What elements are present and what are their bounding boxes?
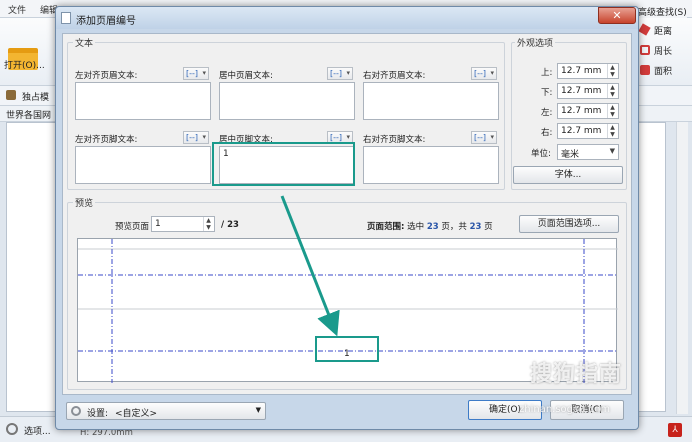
margin-bottom-value: 12.7 mm [561, 86, 602, 96]
margin-right-input[interactable]: 12.7 mm ▲ ▼ [557, 123, 619, 139]
page-range-text-2: 页，共 [441, 222, 467, 232]
header-right-input[interactable] [363, 82, 499, 120]
page-range-options-button[interactable]: 页面范围选项... [519, 215, 619, 233]
margin-top-label: 上: [541, 68, 553, 78]
page-range-label: 页面范围: [367, 222, 405, 232]
page-range-total: 23 [469, 222, 482, 232]
preview-page-value: 1 [155, 219, 161, 229]
settings-select[interactable]: 设置: <自定义> ▼ [66, 402, 266, 420]
unit-select[interactable]: 毫米 ▼ [557, 144, 619, 160]
area-label[interactable]: 面积 [654, 64, 672, 77]
insert-macro-button[interactable]: [--] ▾ [471, 131, 497, 144]
distance-label[interactable]: 距离 [654, 24, 672, 37]
chevron-down-icon: ▼ [255, 406, 261, 414]
preview-group-title: 预览 [73, 196, 96, 209]
header-left-input[interactable] [75, 82, 211, 120]
insert-macro-icon: [--] [474, 133, 487, 142]
appearance-group-title: 外观选项 [515, 36, 556, 49]
preview-page-total: / 23 [221, 220, 239, 230]
unit-value: 毫米 [561, 150, 580, 160]
page-range-summary: 页面范围: 选中 23 页，共 23 页 [367, 220, 493, 232]
margin-right-label: 右: [541, 128, 553, 138]
options-button[interactable]: 选项... [24, 424, 51, 437]
footer-right-input[interactable] [363, 146, 499, 184]
insert-macro-button[interactable]: [--] ▾ [183, 67, 209, 80]
open-button-label[interactable]: 打开(O)... [4, 58, 45, 71]
margin-bottom-label: 下: [541, 88, 553, 98]
highlight-preview-number [315, 336, 379, 362]
pdf-icon[interactable]: ⅄ [668, 423, 682, 437]
menu-file[interactable]: 文件 [8, 3, 26, 16]
preview-page-input[interactable]: 1 ▲ ▼ [151, 216, 215, 232]
page-range-text-3: 页 [484, 222, 493, 232]
insert-macro-icon: [--] [474, 69, 487, 78]
document-icon [61, 12, 71, 24]
chevron-down-icon: ▾ [490, 133, 494, 141]
advanced-find-button[interactable]: 高级查找(S) [638, 5, 687, 18]
exclusive-mode-button[interactable]: 独占模 [22, 90, 49, 103]
vertical-scrollbar[interactable] [676, 122, 688, 414]
perimeter-icon[interactable] [640, 45, 650, 55]
dialog-titlebar[interactable]: 添加页眉编号 ✕ [56, 7, 638, 29]
chevron-down-icon: ▾ [202, 133, 206, 141]
margin-top-value: 12.7 mm [561, 66, 602, 76]
text-group-title: 文本 [73, 36, 96, 49]
perimeter-label[interactable]: 周长 [654, 44, 672, 57]
chevron-down-icon: ▼ [609, 147, 615, 155]
area-icon[interactable] [640, 65, 650, 75]
margin-right-value: 12.7 mm [561, 126, 602, 136]
spin-arrows-icon[interactable]: ▲ ▼ [203, 217, 213, 231]
gear-icon [71, 406, 81, 416]
gear-icon[interactable] [6, 423, 18, 435]
unit-label: 单位: [531, 149, 551, 159]
page-range-text-1: 选中 [407, 222, 425, 232]
footer-right-label: 右对齐页脚文本: [363, 135, 426, 145]
spin-arrows-icon[interactable]: ▲ ▼ [607, 104, 617, 118]
margin-top-input[interactable]: 12.7 mm ▲ ▼ [557, 63, 619, 79]
margin-left-input[interactable]: 12.7 mm ▲ ▼ [557, 103, 619, 119]
margin-left-value: 12.7 mm [561, 106, 602, 116]
footer-left-label: 左对齐页脚文本: [75, 135, 138, 145]
footer-left-input[interactable] [75, 146, 211, 184]
distance-icon[interactable] [638, 23, 651, 36]
chevron-down-icon: ▾ [202, 69, 206, 77]
header-center-label: 居中页眉文本: [219, 71, 273, 81]
margin-left-label: 左: [541, 108, 553, 118]
stamp-icon[interactable] [6, 90, 16, 100]
spin-arrows-icon[interactable]: ▲ ▼ [607, 124, 617, 138]
chevron-down-icon: ▾ [490, 69, 494, 77]
insert-macro-button[interactable]: [--] ▾ [327, 67, 353, 80]
watermark-text: 搜狗指南 [530, 362, 623, 387]
insert-macro-icon: [--] [186, 133, 199, 142]
font-button[interactable]: 字体... [513, 166, 623, 184]
margin-bottom-input[interactable]: 12.7 mm ▲ ▼ [557, 83, 619, 99]
document-tab[interactable]: 世界各国网 [6, 108, 51, 121]
insert-macro-button[interactable]: [--] ▾ [183, 131, 209, 144]
insert-macro-icon: [--] [330, 69, 343, 78]
spin-arrows-icon[interactable]: ▲ ▼ [607, 84, 617, 98]
close-button[interactable]: ✕ [598, 7, 636, 24]
header-left-label: 左对齐页眉文本: [75, 71, 138, 81]
page-range-selected: 23 [426, 222, 439, 232]
preview-page-label: 预览页面 [115, 222, 150, 232]
highlight-footer-center [212, 142, 355, 186]
chevron-down-icon: ▾ [346, 69, 350, 77]
header-center-input[interactable] [219, 82, 355, 120]
settings-label: 设置: [87, 409, 109, 419]
header-right-label: 右对齐页眉文本: [363, 71, 426, 81]
dialog-title: 添加页眉编号 [76, 16, 136, 27]
watermark-url: zhinan.sogou.com [519, 404, 611, 415]
insert-macro-button[interactable]: [--] ▾ [471, 67, 497, 80]
insert-macro-icon: [--] [186, 69, 199, 78]
insert-macro-icon: [--] [330, 133, 343, 142]
settings-value: <自定义> [115, 409, 158, 419]
spin-arrows-icon[interactable]: ▲ ▼ [607, 64, 617, 78]
